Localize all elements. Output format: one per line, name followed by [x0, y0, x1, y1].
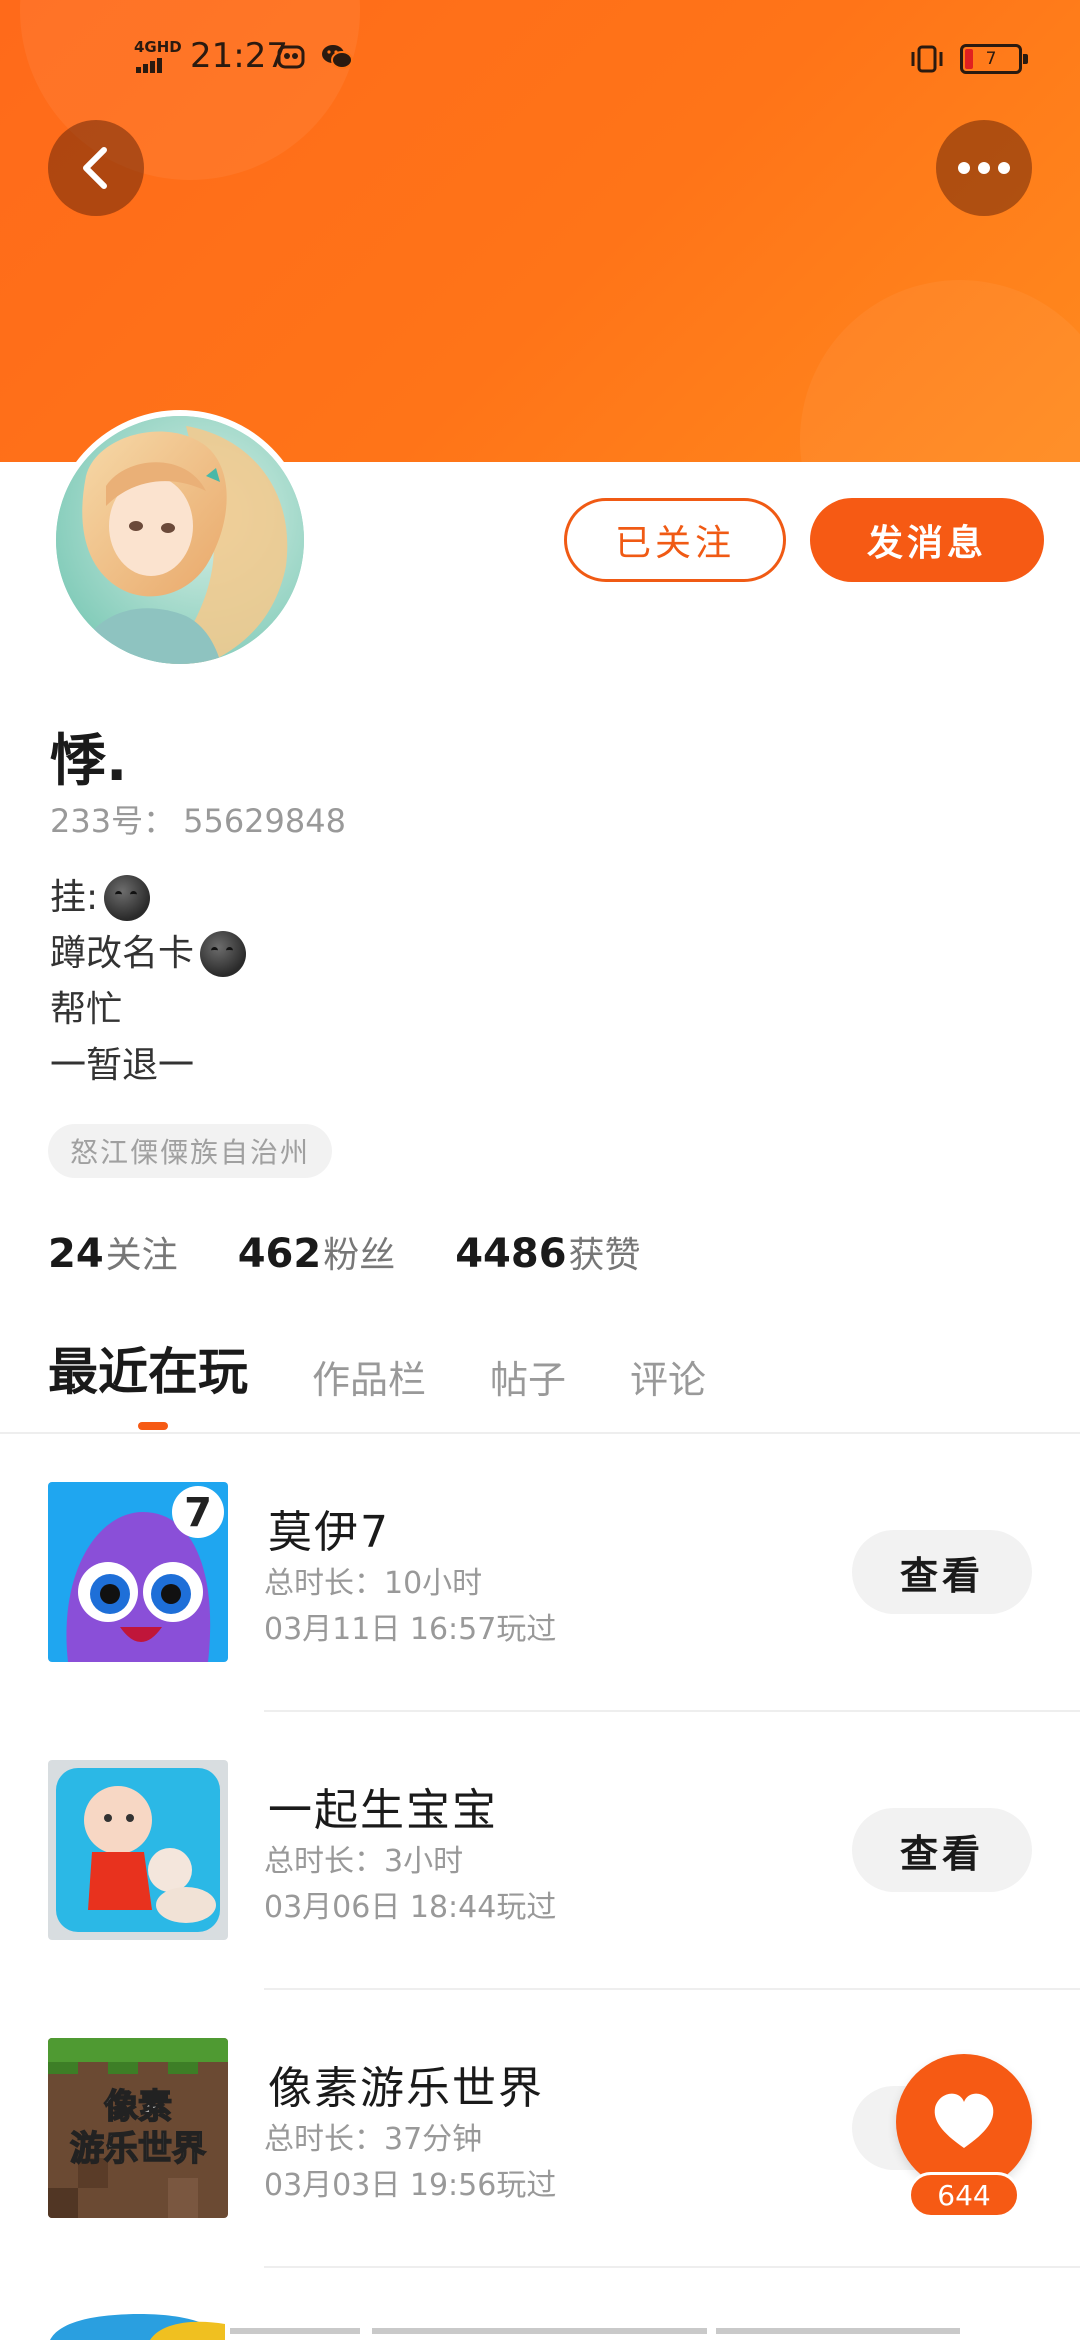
- divider: [264, 2266, 1080, 2268]
- tab-comments[interactable]: 评论: [630, 1349, 706, 1404]
- game-duration: 总时长：37分钟: [264, 2122, 483, 2157]
- heart-icon: [934, 2093, 994, 2148]
- user-id-value: 55629848: [183, 802, 346, 840]
- status-bar: 4GHD 21:27 7: [0, 0, 1080, 120]
- bio-text: 挂:: [50, 877, 99, 918]
- username: 悸.: [50, 729, 128, 794]
- game-icon-baby: [48, 1760, 228, 1940]
- tab-recently-played[interactable]: 最近在玩: [48, 1332, 248, 1404]
- bio-text: 一暂退一: [50, 1045, 195, 1086]
- chevron-left-icon: [83, 147, 107, 189]
- vibrate-icon: [911, 45, 943, 73]
- network-label: 4GHD: [134, 38, 182, 56]
- bio-line: 一暂退一: [50, 1038, 246, 1094]
- bio: 挂: 蹲改名卡 帮忙 一暂退一: [50, 870, 247, 1094]
- moon-face-emoji-icon: [104, 875, 151, 921]
- battery-level: 7: [985, 49, 997, 69]
- avatar-image: [56, 416, 304, 664]
- stat-label: 粉丝: [323, 1235, 396, 1276]
- following-button[interactable]: 已关注: [564, 498, 786, 582]
- game-name: 一起生宝宝: [268, 1785, 498, 1836]
- partial-list-item: [0, 2310, 1080, 2340]
- stat-following[interactable]: 24 关注: [48, 1226, 178, 1278]
- send-message-button[interactable]: 发消息: [810, 498, 1044, 582]
- network-indicator: 4GHD: [134, 40, 182, 73]
- profile-tabs: 最近在玩 作品栏 帖子 评论: [48, 1334, 770, 1404]
- signal-icon: [136, 55, 164, 73]
- more-dots-icon: [958, 162, 1010, 174]
- avatar[interactable]: [50, 410, 310, 670]
- game-icon-moy7: 7: [48, 1482, 228, 1662]
- stat-fans[interactable]: 462 粉丝: [238, 1226, 396, 1278]
- stat-label: 获赞: [568, 1235, 641, 1276]
- tab-posts[interactable]: 帖子: [490, 1349, 566, 1404]
- status-time: 21:27: [190, 36, 288, 76]
- game-duration: 总时长：10小时: [264, 1566, 483, 1601]
- wechat-icon: [322, 45, 353, 69]
- view-button[interactable]: 查看: [852, 1530, 1032, 1614]
- bio-line: 蹲改名卡: [50, 926, 247, 982]
- game-icon-text: 游乐世界: [70, 2129, 206, 2169]
- stat-value: 4486: [455, 1231, 567, 1277]
- profile-stats: 24 关注 462 粉丝 4486 获赞: [48, 1226, 701, 1278]
- stat-label: 关注: [105, 1235, 178, 1276]
- list-item[interactable]: 一起生宝宝 总时长：3小时 03月06日 18:44玩过 查看: [0, 1712, 1080, 1990]
- tab-works[interactable]: 作品栏: [312, 1349, 426, 1404]
- battery-icon: 7: [960, 44, 1028, 74]
- game-last-played: 03月11日 16:57玩过: [264, 1612, 557, 1647]
- app-notification-icon: [277, 45, 305, 69]
- game-duration: 总时长：3小时: [264, 1844, 464, 1879]
- moon-face-emoji-icon: [200, 931, 247, 977]
- stat-value: 462: [237, 1231, 322, 1277]
- back-button[interactable]: [48, 120, 144, 216]
- more-button[interactable]: [936, 120, 1032, 216]
- list-item[interactable]: 7 莫伊7 总时长：10小时 03月11日 16:57玩过 查看: [0, 1434, 1080, 1712]
- location-tag: 怒江傈僳族自治州: [48, 1124, 333, 1178]
- view-button[interactable]: 查看: [852, 1808, 1032, 1892]
- game-name: 莫伊7: [268, 1507, 390, 1558]
- bio-text: 蹲改名卡: [50, 933, 195, 974]
- user-id-label: 233号：: [50, 802, 176, 840]
- stat-value: 24: [48, 1231, 104, 1277]
- like-fab[interactable]: [896, 2054, 1032, 2190]
- active-tab-indicator: [138, 1422, 168, 1430]
- game-last-played: 03月06日 18:44玩过: [264, 1890, 557, 1925]
- game-last-played: 03月03日 19:56玩过: [264, 2168, 557, 2203]
- game-icon-pixel-world: 像素 游乐世界: [48, 2038, 228, 2218]
- bio-text: 帮忙: [50, 989, 123, 1030]
- game-icon-text: 像素: [104, 2087, 172, 2127]
- like-count-badge: 644: [908, 2172, 1020, 2218]
- bio-line: 挂:: [50, 870, 246, 926]
- game-name: 像素游乐世界: [268, 2063, 544, 2114]
- svg-text:7: 7: [184, 1490, 212, 1536]
- bio-line: 帮忙: [50, 982, 246, 1038]
- user-id: 233号： 55629848: [50, 796, 346, 842]
- stat-likes[interactable]: 4486 获赞: [455, 1226, 640, 1278]
